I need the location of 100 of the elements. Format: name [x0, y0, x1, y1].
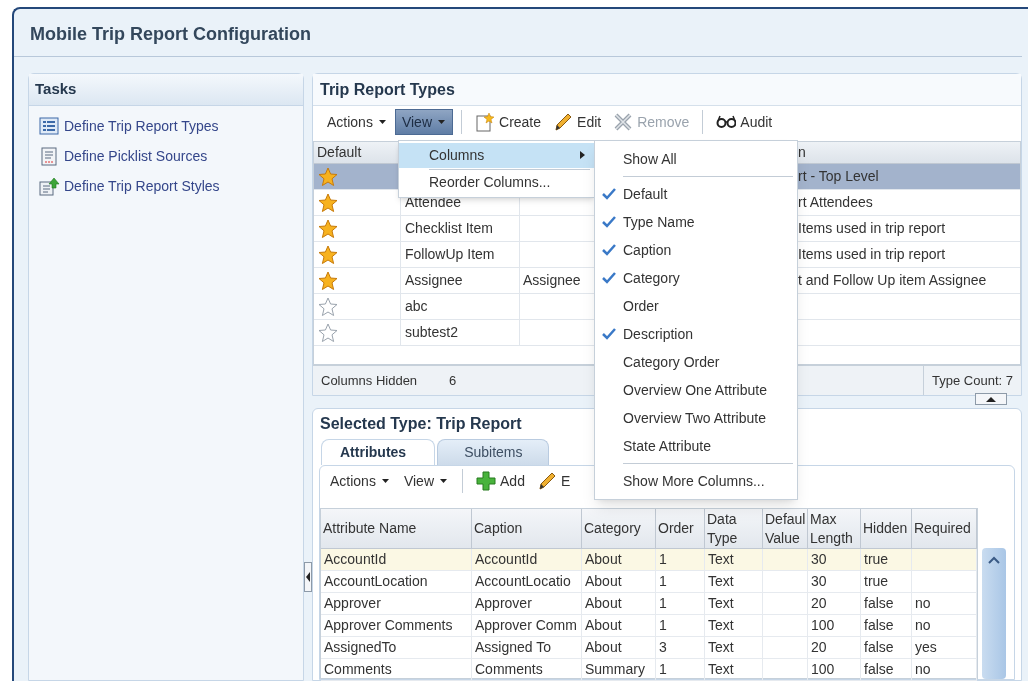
task-link[interactable]: Define Picklist Sources: [64, 145, 208, 167]
table-cell-text: Approver Comm: [475, 616, 577, 635]
new-document-icon: [475, 112, 495, 132]
column-header[interactable]: Data Type: [705, 509, 763, 548]
table-cell-text: Approver Comments: [324, 616, 453, 635]
menu-button[interactable]: Actions: [324, 468, 396, 494]
task-link[interactable]: Define Trip Report Types: [64, 115, 219, 137]
plus-icon: [476, 471, 496, 491]
table-cell-text: abc: [405, 297, 428, 316]
table-cell-text: 30: [811, 550, 827, 569]
column-header[interactable]: n: [796, 142, 1020, 163]
table-cell-text: false: [864, 616, 894, 635]
column-header[interactable]: Caption: [472, 509, 582, 548]
menu-button[interactable]: Actions: [321, 109, 393, 135]
table-cell-text: false: [864, 638, 894, 657]
table-cell-text: false: [864, 660, 894, 679]
table-cell-text: Assignee: [523, 271, 581, 290]
table-cell-text: Assigned To: [475, 638, 551, 657]
table-cell-text: Items used in trip report: [798, 245, 946, 264]
table-cell-text: Assignee: [405, 271, 463, 290]
toolbar-button[interactable]: Create: [470, 109, 547, 135]
table-row[interactable]: Approver Approver About 1 Text 20 false no: [321, 593, 977, 615]
splitter-collapse-icon[interactable]: [975, 393, 1007, 405]
column-toggle-item[interactable]: Default: [595, 180, 797, 208]
toolbar-button[interactable]: E: [531, 468, 576, 494]
pencil-icon: [553, 112, 574, 132]
caret-icon: [437, 119, 446, 125]
table-cell-text: About: [585, 550, 622, 569]
table-cell-text: Summary: [585, 660, 645, 679]
table-cell-text: Text: [708, 638, 734, 657]
table-cell-text: 20: [811, 638, 827, 657]
table-cell-text: 20: [811, 594, 827, 613]
table-cell-text: true: [864, 550, 889, 569]
column-toggle-item[interactable]: Overview Two Attribute: [595, 404, 797, 432]
column-header[interactable]: Attribute Name: [321, 509, 472, 548]
caret-icon: [439, 478, 448, 484]
table-cell-text: t and Follow Up item Assignee: [798, 271, 987, 290]
column-header[interactable]: Category: [582, 509, 656, 548]
table-cell-text: About: [585, 594, 622, 613]
table-cell-text: FollowUp Item: [405, 245, 495, 264]
menu-button[interactable]: View: [394, 109, 453, 135]
table-cell-text: 100: [811, 660, 835, 679]
cross-icon: [613, 112, 634, 132]
table-row[interactable]: Approver Comments Approver Comm About 1 Text 100 false no: [321, 615, 977, 637]
table-cell-text: Text: [708, 594, 734, 613]
table-cell-text: AccountLocatio: [475, 572, 571, 591]
toolbar-button[interactable]: Audit: [711, 109, 778, 135]
window-title: Mobile Trip Report Configuration: [30, 23, 312, 46]
panel-collapse-icon[interactable]: [304, 562, 312, 592]
panel-title: Tasks: [35, 79, 77, 100]
table-cell-text: no: [915, 660, 931, 679]
table-row[interactable]: AccountLocation AccountLocatio About 1 Text 30 true: [321, 571, 977, 593]
tab[interactable]: Attributes: [321, 439, 436, 465]
caret-icon: [377, 119, 387, 125]
toolbar-button[interactable]: Add: [471, 468, 530, 494]
menu-item[interactable]: Reorder Columns...: [399, 170, 594, 195]
column-toggle-item[interactable]: Caption: [595, 236, 797, 264]
table-row[interactable]: Comments Comments Summary 1 Text 100 false no: [321, 659, 977, 681]
table-cell-text: 1: [659, 550, 667, 569]
menu-item[interactable]: Columns: [399, 143, 594, 168]
table-cell-text: Text: [708, 660, 734, 679]
column-header[interactable]: Order: [656, 509, 705, 548]
table-cell-text: AccountLocation: [324, 572, 428, 591]
table-cell-text: Text: [708, 572, 734, 591]
column-toggle-item[interactable]: State Attribute: [595, 432, 797, 460]
table-cell-text: AssignedTo: [324, 638, 397, 657]
scroll-up-icon[interactable]: [988, 556, 1000, 564]
column-toggle-item[interactable]: Type Name: [595, 208, 797, 236]
pencil-icon: [536, 471, 557, 491]
document-icon: [39, 146, 60, 166]
column-toggle-item[interactable]: Order: [595, 292, 797, 320]
table-cell-text: Approver: [475, 594, 532, 613]
toolbar-button: Remove: [608, 109, 695, 135]
table-cell-text: yes: [915, 638, 937, 657]
column-toggle-item[interactable]: Overview One Attribute: [595, 376, 797, 404]
table-cell-text: About: [585, 572, 622, 591]
table-cell-text: Items used in trip report: [798, 219, 946, 238]
table-row[interactable]: AssignedTo Assigned To About 3 Text 20 false yes: [321, 637, 977, 659]
table-cell-text: subtest2: [405, 323, 458, 342]
task-link[interactable]: Define Trip Report Styles: [64, 175, 220, 197]
menu-button[interactable]: View: [397, 468, 454, 494]
column-toggle-item[interactable]: Category Order: [595, 348, 797, 376]
table-cell-text: Approver: [324, 594, 381, 613]
table-cell-text: 1: [659, 660, 667, 679]
tab[interactable]: Subitems: [437, 439, 550, 465]
menu-command[interactable]: Show More Columns...: [595, 467, 797, 495]
toolbar-button[interactable]: Edit: [548, 109, 607, 135]
table-row[interactable]: AccountId AccountId About 1 Text 30 true: [321, 549, 977, 571]
column-header[interactable]: Defaul Value: [763, 509, 808, 548]
table-cell-text: Comments: [475, 660, 543, 679]
column-header[interactable]: Max Length: [808, 509, 861, 548]
table-cell-text: About: [585, 616, 622, 635]
menu-command[interactable]: Show All: [595, 145, 797, 173]
vertical-scrollbar[interactable]: [982, 548, 1006, 679]
column-toggle-item[interactable]: Description: [595, 320, 797, 348]
table-cell-text: rt - Top Level: [798, 167, 879, 186]
document-arrow-icon: [39, 176, 60, 196]
column-header[interactable]: Required: [912, 509, 977, 548]
column-header[interactable]: Hidden: [861, 509, 912, 548]
table-cell-text: rt Attendees: [798, 193, 873, 212]
